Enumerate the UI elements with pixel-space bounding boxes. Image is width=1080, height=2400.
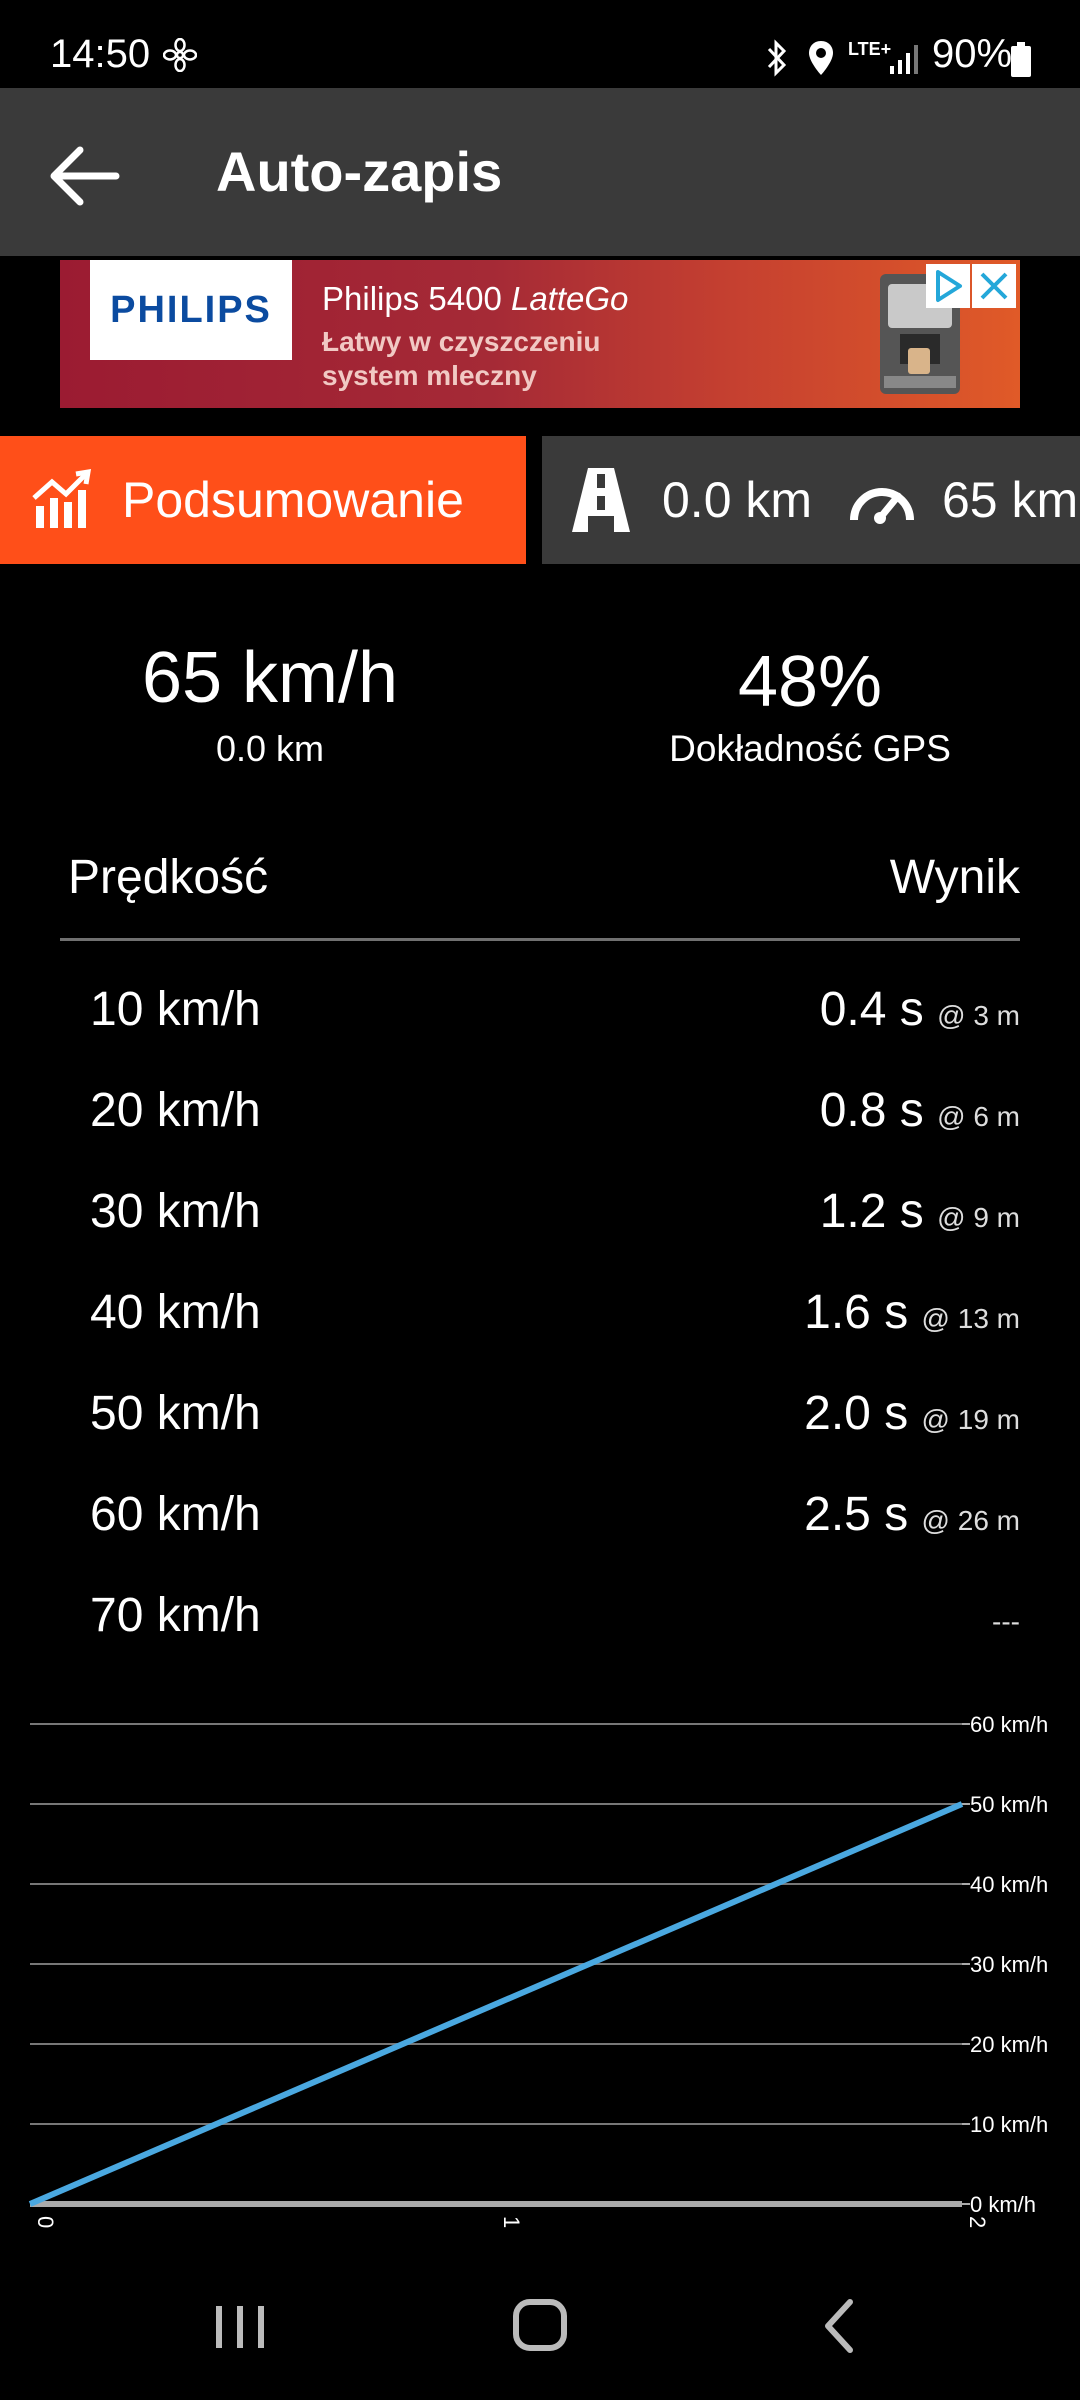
ad-brand: PHILIPS <box>110 288 272 331</box>
battery-percent: 90% <box>932 32 1013 76</box>
row-result: 2.5 s @ 26 m <box>804 1488 1020 1541</box>
page-title: Auto-zapis <box>216 140 503 203</box>
table-row: 60 km/h 2.5 s @ 26 m <box>60 1485 1020 1555</box>
row-result: 1.2 s @ 9 m <box>819 1185 1020 1238</box>
gps-accuracy-label: Dokładność GPS <box>669 728 951 769</box>
row-speed: 50 km/h <box>90 1387 261 1440</box>
ad-headline: Philips 5400 LatteGo <box>322 280 629 317</box>
row-result: 2.0 s @ 19 m <box>804 1387 1020 1440</box>
chevron-left-icon <box>825 2299 853 2353</box>
column-header-speed: Prędkość <box>68 851 269 904</box>
recents-icon <box>216 2306 264 2348</box>
row-result: --- <box>992 1606 1020 1637</box>
column-header-result: Wynik <box>889 851 1020 904</box>
table-row: 10 km/h 0.4 s @ 3 m <box>60 980 1020 1050</box>
x-tick-label: 0 <box>33 2216 58 2228</box>
divider <box>60 938 1020 941</box>
max-speed-value: 65 km/h <box>141 638 399 718</box>
ad-banner[interactable]: PHILIPS Philips 5400 LatteGo Łatwy w czy… <box>60 260 1020 408</box>
x-tick-label: 2 <box>965 2216 990 2228</box>
y-tick-label: 50 km/h <box>970 1792 1048 1817</box>
nav-back-button[interactable] <box>800 2290 880 2360</box>
ad-text-line-2: system mleczny <box>322 360 537 391</box>
y-tick-label: 10 km/h <box>970 2112 1048 2137</box>
tab-run-info[interactable]: 0.0 km 65 km <box>542 436 1080 564</box>
tab-summary[interactable]: Podsumowanie <box>0 436 526 564</box>
table-row: 30 km/h 1.2 s @ 9 m <box>60 1182 1020 1252</box>
tab-summary-label: Podsumowanie <box>122 472 464 528</box>
series-line <box>28 1801 964 2207</box>
table-row: 40 km/h 1.6 s @ 13 m <box>60 1283 1020 1353</box>
row-speed: 70 km/h <box>90 1589 261 1642</box>
y-tick-label: 0 km/h <box>970 2192 1036 2217</box>
status-time: 14:50 <box>50 32 151 76</box>
chart-trend-icon <box>32 468 92 528</box>
network-type: LTE+ <box>848 39 892 59</box>
speedometer-icon <box>850 488 914 524</box>
location-icon <box>809 41 833 75</box>
row-result: 0.8 s @ 6 m <box>819 1084 1020 1137</box>
y-tick-label: 60 km/h <box>970 1712 1048 1737</box>
row-speed: 40 km/h <box>90 1286 261 1339</box>
tab-speed: 65 km <box>942 472 1079 528</box>
row-speed: 30 km/h <box>90 1185 261 1238</box>
row-speed: 10 km/h <box>90 983 261 1036</box>
road-icon <box>572 468 630 532</box>
y-tick-label: 40 km/h <box>970 1872 1048 1897</box>
arrow-left-icon <box>50 146 120 206</box>
y-tick-label: 30 km/h <box>970 1952 1048 1977</box>
recents-button[interactable] <box>200 2290 280 2360</box>
battery-icon <box>1011 42 1031 77</box>
speed-chart: 0 km/h 10 km/h 20 km/h 30 km/h 40 km/h 50 km/… <box>28 1712 1048 2228</box>
app-bar: Auto-zapis <box>0 88 1080 256</box>
ad-brand-logo: PHILIPS <box>90 260 292 360</box>
home-button[interactable] <box>500 2290 580 2360</box>
row-speed: 60 km/h <box>90 1488 261 1541</box>
bluetooth-icon <box>767 39 787 77</box>
row-result: 0.4 s @ 3 m <box>819 983 1020 1036</box>
back-button[interactable] <box>36 128 132 224</box>
row-speed: 20 km/h <box>90 1084 261 1137</box>
home-icon <box>513 2299 567 2351</box>
table-row: 20 km/h 0.8 s @ 6 m <box>60 1081 1020 1151</box>
close-icon[interactable] <box>972 264 1016 308</box>
y-tick-label: 20 km/h <box>970 2032 1048 2057</box>
row-result: 1.6 s @ 13 m <box>804 1286 1020 1339</box>
gps-accuracy-value: 48% <box>737 642 883 722</box>
ad-text-line-1: Łatwy w czyszczeniu <box>322 326 601 357</box>
ad-choices-icon[interactable] <box>926 264 970 308</box>
tab-distance: 0.0 km <box>662 472 813 528</box>
table-row: 70 km/h --- <box>60 1586 1020 1656</box>
signal-icon <box>890 45 918 74</box>
fan-icon <box>163 38 197 72</box>
table-row: 50 km/h 2.0 s @ 19 m <box>60 1384 1020 1454</box>
x-tick-label: 1 <box>499 2216 524 2228</box>
distance-value: 0.0 km <box>215 728 325 769</box>
